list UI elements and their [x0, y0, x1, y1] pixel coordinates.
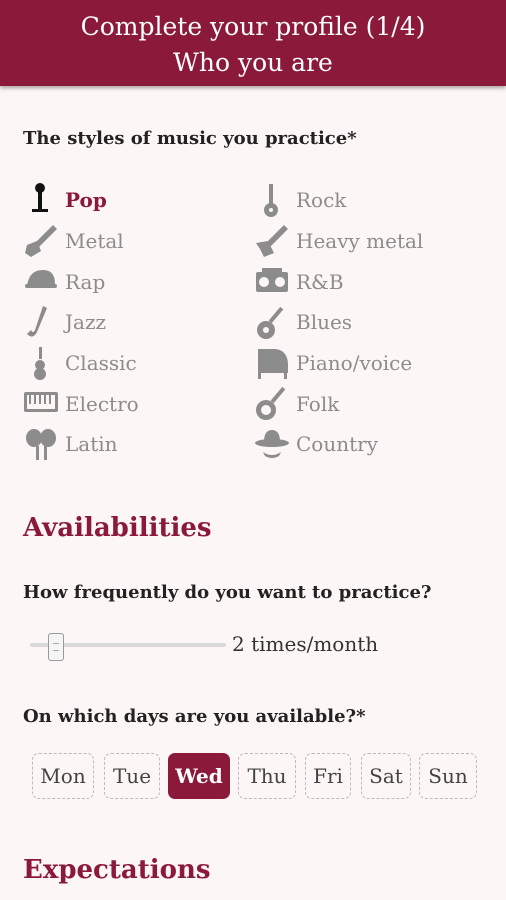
- style-option-pop[interactable]: Pop: [23, 182, 243, 220]
- style-label: Latin: [65, 432, 118, 456]
- piano-icon: [254, 345, 290, 383]
- style-label: Pop: [65, 188, 107, 212]
- style-option-metal[interactable]: Metal: [23, 223, 243, 261]
- header-subtitle: Who you are: [173, 48, 333, 77]
- day-sat[interactable]: Sat: [361, 753, 411, 799]
- electric-guitar-icon: [254, 182, 290, 220]
- style-option-rnb[interactable]: R&B: [254, 264, 474, 302]
- style-label: Rock: [296, 188, 347, 212]
- style-option-folk[interactable]: Folk: [254, 386, 474, 424]
- style-option-country[interactable]: Country: [254, 426, 474, 464]
- style-label: Heavy metal: [296, 229, 424, 253]
- day-fri[interactable]: Fri: [305, 753, 351, 799]
- metal-guitar-icon: [23, 223, 59, 261]
- day-tue[interactable]: Tue: [104, 753, 160, 799]
- style-label: R&B: [296, 270, 344, 294]
- header-title: Complete your profile (1/4): [80, 12, 426, 41]
- day-sun[interactable]: Sun: [419, 753, 477, 799]
- day-wed[interactable]: Wed: [168, 753, 230, 799]
- boombox-icon: [254, 264, 290, 302]
- violin-icon: [23, 345, 59, 383]
- style-option-blues[interactable]: Blues: [254, 304, 474, 342]
- style-label: Piano/voice: [296, 351, 413, 375]
- style-option-rock[interactable]: Rock: [254, 182, 474, 220]
- keyboard-icon: [23, 386, 59, 424]
- cap-icon: [23, 264, 59, 302]
- style-label: Country: [296, 432, 379, 456]
- slider-thumb[interactable]: [48, 633, 64, 661]
- style-label: Rap: [65, 270, 106, 294]
- style-label: Metal: [65, 229, 124, 253]
- style-option-heavy-metal[interactable]: Heavy metal: [254, 223, 474, 261]
- availabilities-heading: Availabilities: [23, 513, 212, 543]
- day-thu[interactable]: Thu: [238, 753, 296, 799]
- saxophone-icon: [23, 304, 59, 342]
- style-label: Electro: [65, 392, 139, 416]
- style-option-jazz[interactable]: Jazz: [23, 304, 243, 342]
- day-mon[interactable]: Mon: [32, 753, 94, 799]
- style-label: Blues: [296, 310, 353, 334]
- banjo-icon: [254, 386, 290, 424]
- style-option-electro[interactable]: Electro: [23, 386, 243, 424]
- frequency-slider[interactable]: [30, 633, 226, 661]
- page-header: Complete your profile (1/4) Who you are: [0, 0, 506, 86]
- cowboy-hat-icon: [254, 426, 290, 464]
- style-label: Jazz: [65, 310, 107, 334]
- style-label: Folk: [296, 392, 340, 416]
- flying-v-guitar-icon: [254, 223, 290, 261]
- expectations-heading: Expectations: [23, 855, 211, 885]
- frequency-value: 2 times/month: [232, 632, 379, 656]
- style-option-piano-voice[interactable]: Piano/voice: [254, 345, 474, 383]
- style-option-classic[interactable]: Classic: [23, 345, 243, 383]
- styles-question: The styles of music you practice*: [23, 128, 357, 149]
- style-option-latin[interactable]: Latin: [23, 426, 243, 464]
- style-option-rap[interactable]: Rap: [23, 264, 243, 302]
- maracas-icon: [23, 426, 59, 464]
- frequency-question: How frequently do you want to practice?: [23, 582, 432, 603]
- style-label: Classic: [65, 351, 137, 375]
- acoustic-guitar-icon: [254, 304, 290, 342]
- days-question: On which days are you available?*: [23, 706, 366, 727]
- microphone-icon: [23, 182, 59, 220]
